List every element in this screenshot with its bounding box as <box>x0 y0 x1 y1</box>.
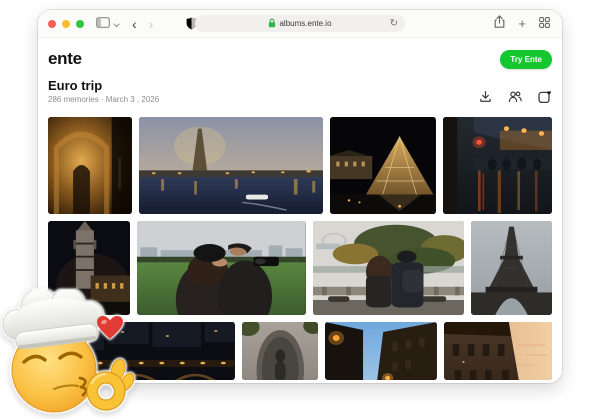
album-actions <box>479 90 552 104</box>
try-ente-button[interactable]: Try Ente <box>500 49 552 69</box>
photo-seine-eiffel-dusk[interactable] <box>138 117 324 214</box>
desktop-background: ‹ › albums.ente.io ↻ + ente Try Ente Eur… <box>0 0 600 413</box>
ente-logo: ente <box>48 49 82 68</box>
save-heart-icon[interactable] <box>538 90 552 103</box>
photo-rainy-cafe-street[interactable] <box>442 117 552 214</box>
sidebar-toggle-icon[interactable] <box>96 15 110 33</box>
album-title: Euro trip <box>48 78 103 93</box>
minimize-window-button[interactable] <box>62 19 70 28</box>
address-bar[interactable]: albums.ente.io ↻ <box>195 15 405 32</box>
lock-icon <box>268 18 276 30</box>
tab-overview-icon[interactable] <box>539 15 550 33</box>
back-button[interactable]: ‹ <box>132 17 137 31</box>
photo-eiffel-from-below[interactable] <box>471 221 553 315</box>
chef-hat <box>2 287 104 350</box>
photo-couple-overlook-park[interactable] <box>312 221 465 315</box>
photo-arc-de-triomphe[interactable] <box>48 117 132 214</box>
album-info: Euro trip 286 memories · March 3 , 2026 <box>48 78 159 104</box>
photo-row <box>48 117 552 214</box>
url-text: albums.ente.io <box>279 19 332 28</box>
chevron-down-icon[interactable] <box>113 15 120 33</box>
download-icon[interactable] <box>479 90 492 103</box>
photo-manneken-pis[interactable] <box>241 322 319 380</box>
photo-street-dusk[interactable] <box>325 322 438 380</box>
browser-toolbar: ‹ › albums.ente.io ↻ + <box>38 10 562 38</box>
people-icon[interactable] <box>508 90 522 103</box>
close-window-button[interactable] <box>48 19 56 28</box>
photo-louvre-pyramid[interactable] <box>330 117 436 214</box>
share-icon[interactable] <box>494 14 505 33</box>
new-tab-icon[interactable]: + <box>518 17 526 30</box>
album-subtitle: 286 memories · March 3 , 2026 <box>48 95 160 104</box>
photo-louvre-sunset[interactable] <box>444 322 553 380</box>
zoom-window-button[interactable] <box>76 19 84 28</box>
window-controls <box>48 19 84 28</box>
chefs-kiss-sticker <box>0 287 136 414</box>
reload-icon[interactable]: ↻ <box>390 18 398 29</box>
photo-couple-with-camera[interactable] <box>136 221 306 315</box>
forward-button[interactable]: › <box>149 17 154 31</box>
heart <box>97 316 123 339</box>
